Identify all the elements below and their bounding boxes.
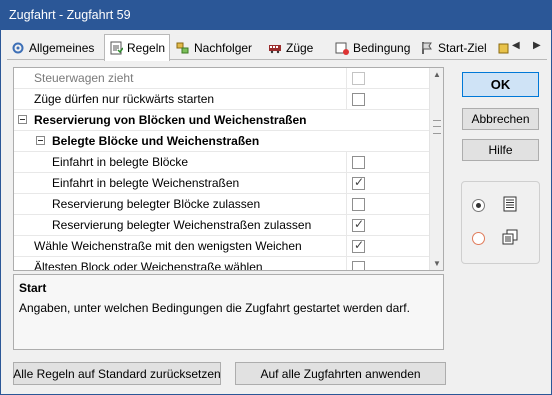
rules-list: Steuerwagen zieht Züge dürfen nur rückwä… — [13, 67, 444, 271]
rules-scrollbar[interactable]: ▲ ▼ — [429, 68, 443, 270]
group-label: Reservierung von Blöcken und Weichenstra… — [34, 113, 307, 127]
tab-label: Allgemeines — [29, 41, 95, 55]
rule-label: Steuerwagen zieht — [34, 71, 134, 85]
tab-label: Züge — [286, 41, 314, 55]
help-button[interactable]: Hilfe — [462, 139, 539, 161]
rule-row[interactable]: Einfahrt in belegte Weichenstraßen — [14, 173, 430, 194]
tab-scroll-right-icon[interactable]: ▶ — [533, 40, 541, 51]
dialog-window: Zugfahrt - Zugfahrt 59 Allgemeines Regel… — [0, 0, 552, 395]
grouped-view-radio[interactable] — [472, 232, 485, 245]
reset-rules-button[interactable]: Alle Regeln auf Standard zurücksetzen — [13, 362, 221, 385]
rule-group-header[interactable]: Reservierung von Blöcken und Weichenstra… — [14, 110, 430, 131]
tab-scroll-left-icon[interactable]: ◀ — [512, 40, 520, 51]
scroll-up-icon[interactable]: ▲ — [433, 70, 441, 79]
collapse-icon[interactable] — [36, 136, 45, 145]
view-mode-group — [461, 181, 540, 264]
rule-checkbox[interactable] — [352, 217, 365, 232]
tab-label: Start-Ziel — [438, 41, 487, 55]
rules-icon — [110, 41, 123, 55]
rule-checkbox[interactable] — [352, 156, 365, 169]
rule-label: Reservierung belegter Weichenstraßen zul… — [52, 218, 312, 232]
start-target-icon — [422, 42, 432, 54]
column-divider — [346, 89, 347, 110]
scroll-thumb[interactable] — [433, 120, 441, 134]
column-divider — [346, 194, 347, 215]
rule-checkbox[interactable] — [352, 261, 365, 270]
column-divider — [346, 68, 347, 89]
column-divider — [346, 215, 347, 236]
column-divider — [346, 257, 347, 270]
rule-checkbox[interactable] — [352, 72, 365, 85]
rule-group-header[interactable]: Belegte Blöcke und Weichenstraßen — [14, 131, 430, 152]
apply-all-button[interactable]: Auf alle Zugfahrten anwenden — [235, 362, 446, 385]
group-label: Belegte Blöcke und Weichenstraßen — [52, 134, 260, 148]
rule-row[interactable]: Reservierung belegter Weichenstraßen zul… — [14, 215, 430, 236]
tab-start-ziel[interactable]: Start-Ziel — [416, 36, 491, 60]
rule-row[interactable]: Ältesten Block oder Weichenstraße wählen — [14, 257, 430, 271]
rule-row[interactable]: Züge dürfen nur rückwärts starten — [14, 89, 430, 110]
collapse-icon[interactable] — [18, 115, 27, 124]
tab-nachfolger[interactable]: Nachfolger — [172, 36, 256, 60]
rule-row[interactable]: Steuerwagen zieht — [14, 68, 430, 89]
tab-regeln[interactable]: Regeln — [104, 34, 171, 61]
rule-checkbox[interactable] — [352, 175, 365, 190]
rule-label: Einfahrt in belegte Blöcke — [52, 155, 189, 169]
rule-row[interactable]: Wähle Weichenstraße mit den wenigsten We… — [14, 236, 430, 257]
description-panel: Start Angaben, unter welchen Bedingungen… — [13, 274, 444, 350]
description-text: Angaben, unter welchen Bedingungen die Z… — [19, 301, 410, 315]
train-icon — [269, 45, 281, 54]
column-divider — [346, 173, 347, 194]
rule-label: Züge dürfen nur rückwärts starten — [34, 92, 215, 106]
ok-button[interactable]: OK — [462, 72, 539, 97]
tab-label: Regeln — [127, 41, 166, 55]
rule-row[interactable]: Reservierung belegter Blöcke zulassen — [14, 194, 430, 215]
rule-label: Reservierung belegter Blöcke zulassen — [52, 197, 261, 211]
column-divider — [346, 236, 347, 257]
rule-label: Einfahrt in belegte Weichenstraßen — [52, 176, 240, 190]
successor-icon — [176, 42, 189, 54]
rule-checkbox[interactable] — [352, 93, 365, 106]
scroll-down-icon[interactable]: ▼ — [433, 259, 441, 268]
tab-bedingung[interactable]: Bedingung — [331, 36, 414, 60]
general-settings-icon — [12, 42, 24, 54]
tab-allgemeines[interactable]: Allgemeines — [7, 36, 98, 60]
rule-checkbox[interactable] — [352, 198, 365, 211]
title-bar: Zugfahrt - Zugfahrt 59 — [1, 1, 551, 30]
rule-label: Ältesten Block oder Weichenstraße wählen — [34, 260, 263, 271]
tab-label: Nachfolger — [194, 41, 253, 55]
grouped-view-icon — [502, 229, 518, 245]
list-view-icon — [503, 196, 517, 212]
tab-zuege[interactable]: Züge — [264, 36, 317, 60]
column-divider — [346, 152, 347, 173]
condition-icon — [335, 42, 349, 55]
rule-row[interactable]: Einfahrt in belegte Blöcke — [14, 152, 430, 173]
tab-overflow[interactable] — [497, 36, 511, 60]
list-view-radio[interactable] — [472, 199, 485, 212]
cancel-button[interactable]: Abbrechen — [462, 108, 539, 130]
tab-label: Bedingung — [353, 41, 411, 55]
window-title: Zugfahrt - Zugfahrt 59 — [9, 8, 131, 22]
rule-label: Wähle Weichenstraße mit den wenigsten We… — [34, 239, 302, 253]
tab-overflow-icon — [498, 43, 509, 54]
description-title: Start — [19, 281, 47, 295]
rule-checkbox[interactable] — [352, 238, 365, 253]
tab-strip: Allgemeines Regeln Nachfolger Züge Bedin… — [7, 34, 547, 61]
